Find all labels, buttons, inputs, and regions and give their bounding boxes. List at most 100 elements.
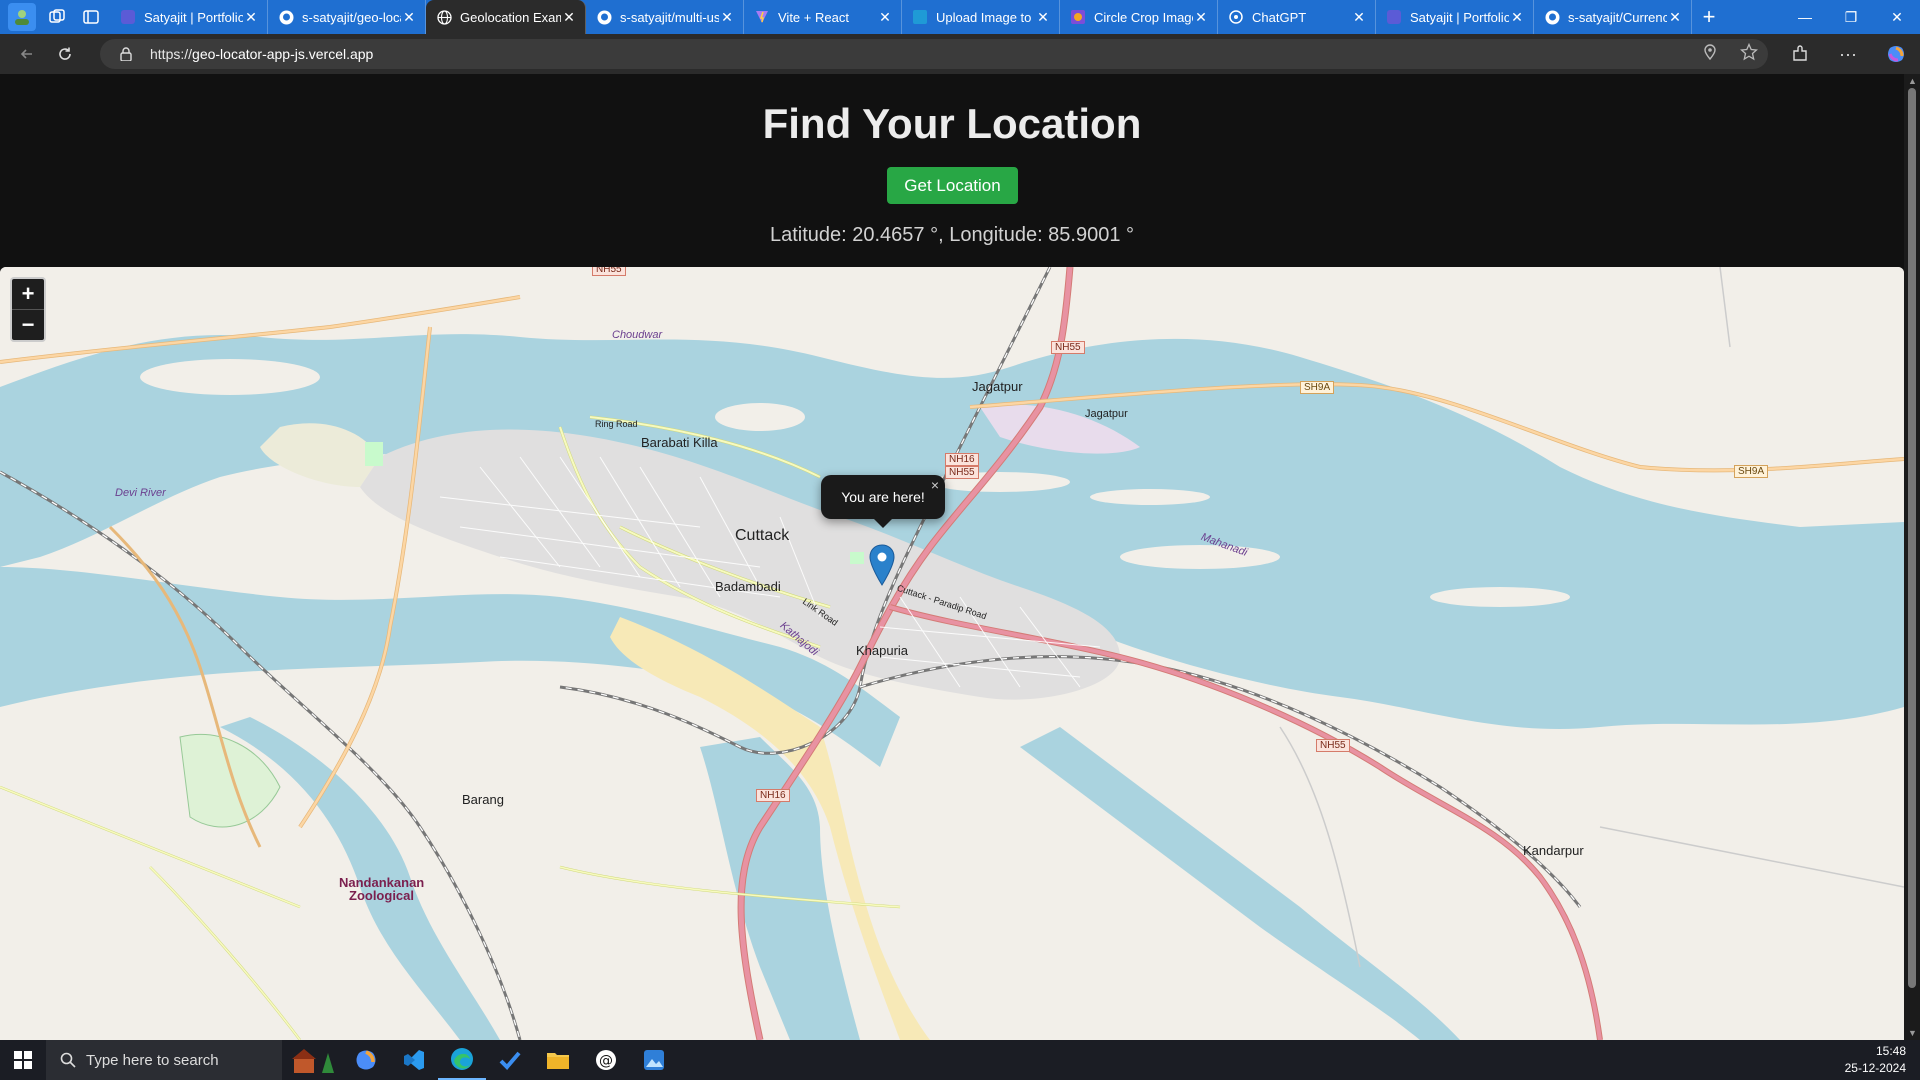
tab-github-currency[interactable]: s-satyajit/Currenc ✕ [1534,0,1692,34]
holiday-icon[interactable] [282,1040,342,1080]
refresh-icon[interactable] [48,37,82,71]
zoom-out-button[interactable]: − [12,309,44,340]
github-icon [1544,9,1560,25]
map-label-jagatpur: Jagatpur [972,379,1023,394]
scrollbar-thumb[interactable] [1908,88,1916,988]
location-popup: You are here! × [821,475,945,528]
map-label-devi-river: Devi River [115,487,166,499]
file-explorer-icon[interactable] [534,1040,582,1080]
get-location-button[interactable]: Get Location [887,167,1018,204]
road-shield-nh16: NH16 [945,453,979,466]
map-label-cuttack: Cuttack [735,527,790,544]
url-host: geo-locator-app-js.vercel.app [192,46,374,62]
search-placeholder: Type here to search [86,1051,219,1069]
tab-portfolio-2[interactable]: Satyajit | Portfolio ✕ [1376,0,1534,34]
close-tab-icon[interactable]: ✕ [719,9,735,26]
tab-upload-image[interactable]: Upload Image to I ✕ [902,0,1060,34]
vscode-icon[interactable] [390,1040,438,1080]
map-label-zoological: Zoological [349,888,414,903]
tab-geolocation[interactable]: Geolocation Exam ✕ [426,0,586,34]
close-tab-icon[interactable]: ✕ [401,9,417,26]
extensions-icon[interactable] [1776,34,1824,74]
tab-title: Satyajit | Portfolio [1410,9,1509,25]
lock-icon[interactable] [116,47,136,61]
map-label-ring-road: Ring Road [595,419,638,429]
coordinates-readout: Latitude: 20.4657 °, Longitude: 85.9001 … [769,224,1135,246]
tab-title: s-satyajit/Currenc [1568,9,1667,25]
tab-title: ChatGPT [1252,9,1307,25]
close-tab-icon[interactable]: ✕ [561,9,577,26]
zoom-control: + − [10,277,46,342]
popup-tip [873,518,893,528]
tab-github-multi[interactable]: s-satyajit/multi-us ✕ [586,0,744,34]
road-shield-nh55: NH55 [1051,341,1085,354]
map-label-choudwar: Choudwar [612,329,663,341]
vite-icon [754,9,770,25]
clock-time: 15:48 [1875,1044,1906,1058]
road-shield-nh55-east: NH55 [1316,739,1350,752]
restore-icon[interactable]: ❐ [1828,0,1874,34]
todo-icon[interactable] [486,1040,534,1080]
popup-close-button[interactable]: × [931,477,939,493]
close-tab-icon[interactable]: ✕ [243,9,259,26]
map-label-jagatpur-2: Jagatpur [1085,408,1128,420]
close-tab-icon[interactable]: ✕ [1035,9,1051,26]
tab-circle-crop[interactable]: Circle Crop Image ✕ [1060,0,1218,34]
toolbar-right: ··· [1776,34,1920,74]
tab-title: Vite + React [778,9,849,25]
tab-title: Geolocation Exam [460,9,561,25]
minimize-icon[interactable]: — [1782,0,1828,34]
page-scrollbar[interactable]: ▲ ▼ [1904,74,1920,1040]
tab-vite[interactable]: Vite + React ✕ [744,0,902,34]
chatgpt-icon [1228,9,1244,25]
tab-actions-icon[interactable] [78,4,104,30]
favorite-star-icon[interactable] [1739,42,1759,66]
map-label-badambadi: Badambadi [715,579,781,594]
globe-icon [436,9,452,25]
map-view[interactable]: Cuttack Barabati Killa Badambadi Khapuri… [0,267,1904,1040]
scroll-down-icon[interactable]: ▼ [1908,1028,1917,1038]
road-shield-sh9a: SH9A [1300,381,1335,394]
tab-portfolio[interactable]: Satyajit | Portfolio ✕ [110,0,268,34]
workspaces-icon[interactable] [44,4,70,30]
close-tab-icon[interactable]: ✕ [1509,9,1525,26]
zoom-in-button[interactable]: + [12,279,44,309]
close-tab-icon[interactable]: ✕ [1667,9,1683,26]
tab-title: Upload Image to I [936,9,1035,25]
edge-icon[interactable] [438,1040,486,1080]
start-button[interactable] [0,1040,46,1080]
copilot-icon[interactable] [1872,34,1920,74]
tab-chatgpt[interactable]: ChatGPT ✕ [1218,0,1376,34]
threads-icon[interactable]: @ [582,1040,630,1080]
profile-icon[interactable] [8,3,36,31]
url-field[interactable]: https://geo-locator-app-js.vercel.app [100,39,1768,69]
crop-icon [1070,9,1086,25]
new-tab-button[interactable]: + [1692,0,1726,34]
portfolio-icon [1386,9,1402,25]
location-marker-icon[interactable] [869,544,895,586]
copilot-app-icon[interactable] [342,1040,390,1080]
close-tab-icon[interactable]: ✕ [1193,9,1209,26]
map-label-khapuria: Khapuria [856,643,909,658]
taskbar-search[interactable]: Type here to search [46,1040,282,1080]
tab-github-geo[interactable]: s-satyajit/geo-loca ✕ [268,0,426,34]
github-icon [596,9,612,25]
close-tab-icon[interactable]: ✕ [1351,9,1367,26]
map-label-barang: Barang [462,792,504,807]
popup-text: You are here! [841,489,925,505]
map-tiles[interactable] [0,267,1904,1040]
scroll-up-icon[interactable]: ▲ [1908,76,1917,86]
map-label-barabati: Barabati Killa [641,435,718,450]
location-permission-icon[interactable] [1704,43,1716,65]
tab-title: s-satyajit/geo-loca [302,9,401,25]
close-tab-icon[interactable]: ✕ [877,9,893,26]
back-icon[interactable] [10,37,44,71]
road-shield-nh16-south: NH16 [756,789,790,802]
window-controls: — ❐ ✕ [1782,0,1920,34]
tab-title: Satyajit | Portfolio [144,9,243,25]
system-clock[interactable]: 15:48 25-12-2024 [1845,1043,1906,1077]
more-menu-icon[interactable]: ··· [1824,34,1872,74]
photos-icon[interactable] [630,1040,678,1080]
close-window-icon[interactable]: ✕ [1874,0,1920,34]
windows-taskbar: Type here to search @ 15:48 25-12-2024 [0,1040,1920,1080]
